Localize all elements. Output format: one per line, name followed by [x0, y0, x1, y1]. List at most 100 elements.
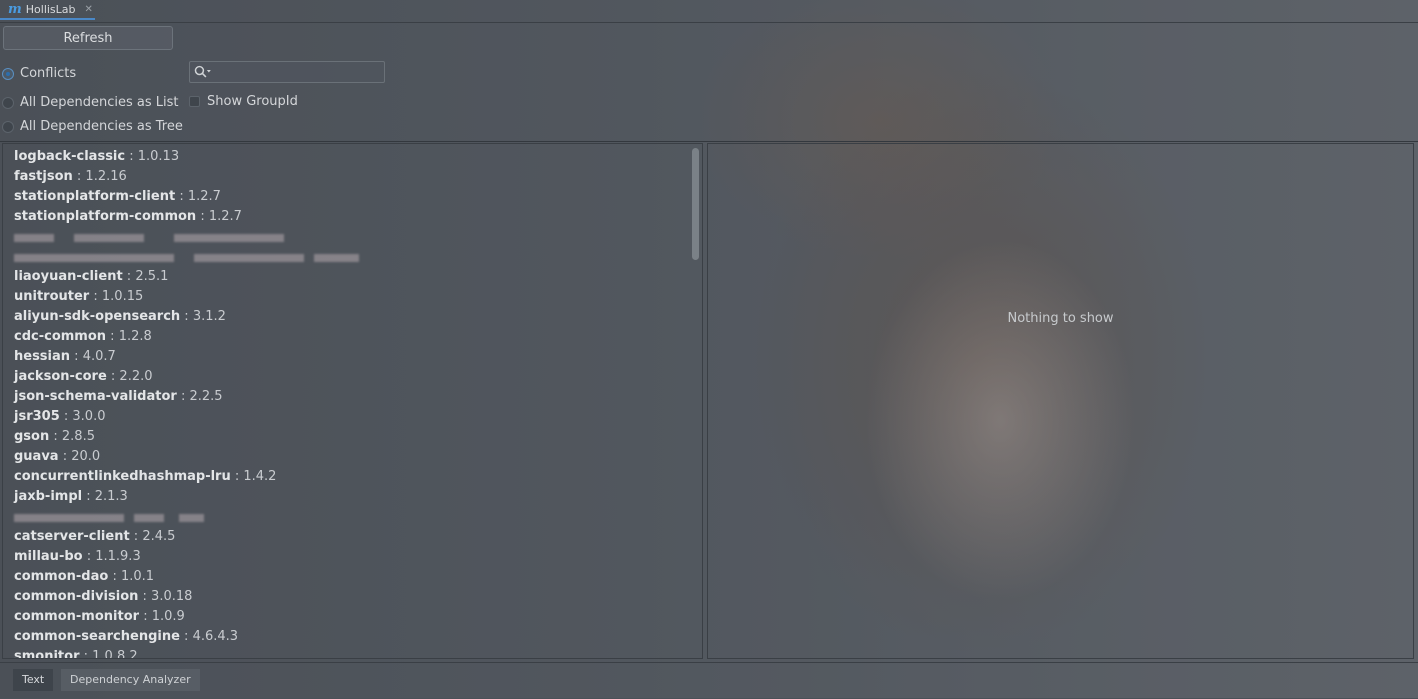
- dependency-version: 2.8.5: [61, 429, 95, 444]
- dependency-version: 4.0.7: [82, 349, 116, 364]
- dependency-name: jackson-core: [14, 369, 107, 384]
- dependency-item[interactable]: common-searchengine : 4.6.4.3: [14, 627, 276, 647]
- dependency-version: 2.5.1: [135, 269, 169, 284]
- radio-indicator[interactable]: [2, 120, 14, 133]
- dependency-item[interactable]: gson : 2.8.5: [14, 427, 276, 447]
- dependency-item[interactable]: hessian : 4.0.7: [14, 347, 276, 367]
- tool-window-tab-title: HollisLab: [25, 2, 76, 16]
- show-groupid-label: Show GroupId: [207, 94, 298, 109]
- dependency-version: 1.0.8.2: [92, 649, 138, 659]
- dependency-name: common-monitor: [14, 609, 140, 624]
- dependency-name: aliyun-sdk-opensearch: [14, 309, 181, 324]
- dependency-name: fastjson: [14, 169, 73, 184]
- dependency-item[interactable]: json-schema-validator : 2.2.5: [14, 387, 276, 407]
- dependency-name: hessian: [14, 349, 71, 364]
- search-field[interactable]: [189, 61, 385, 83]
- dependency-name: cdc-common: [14, 329, 107, 344]
- radio-all-dependencies-list[interactable]: All Dependencies as List: [2, 95, 179, 110]
- dependency-item[interactable]: unitrouter : 1.0.15: [14, 287, 276, 307]
- dependency-detail-pane: Nothing to show: [707, 143, 1414, 659]
- dependency-name: stationplatform-common: [14, 209, 197, 224]
- dependency-item[interactable]: cdc-common : 1.2.8: [14, 327, 276, 347]
- dependency-name: json-schema-validator: [14, 389, 177, 404]
- dependency-name: stationplatform-client: [14, 189, 176, 204]
- search-input[interactable]: [211, 65, 384, 79]
- dependency-name: jaxb-impl: [14, 489, 83, 504]
- dependency-item[interactable]: catserver-client : 2.4.5: [14, 527, 276, 547]
- dependency-name: smonitor: [14, 649, 80, 659]
- dependency-name: unitrouter: [14, 289, 90, 304]
- dependency-name: liaoyuan-client: [14, 269, 123, 284]
- dependency-name: common-searchengine: [14, 629, 180, 644]
- empty-state-text: Nothing to show: [1007, 311, 1114, 326]
- maven-helper-logo-icon: m: [8, 1, 22, 17]
- radio-label: All Dependencies as Tree: [20, 119, 183, 134]
- dependency-version: 2.4.5: [142, 529, 176, 544]
- radio-conflicts[interactable]: Conflicts: [2, 66, 76, 81]
- dependency-version: 3.0.0: [72, 409, 106, 424]
- dependency-version: 4.6.4.3: [192, 629, 239, 644]
- dependency-version: 3.1.2: [192, 309, 226, 324]
- search-icon[interactable]: [194, 65, 212, 79]
- tab-text[interactable]: Text: [13, 669, 54, 691]
- dependency-version: 1.1.9.3: [95, 549, 141, 564]
- dependency-item[interactable]: fastjson : 1.2.16: [14, 167, 276, 187]
- dependency-name: jsr305: [14, 409, 60, 424]
- dependency-item[interactable]: logback-classic : 1.0.13: [14, 147, 276, 167]
- dependency-item[interactable]: jackson-core : 2.2.0: [14, 367, 276, 387]
- tool-window-tab[interactable]: m HollisLab ✕: [0, 0, 95, 20]
- dependency-version: 1.0.9: [151, 609, 185, 624]
- dependency-item[interactable]: common-dao : 1.0.1: [14, 567, 276, 587]
- panel-divider: [0, 141, 1418, 142]
- list-scrollbar[interactable]: [692, 148, 699, 260]
- dependency-version: 2.1.3: [94, 489, 128, 504]
- dependency-item[interactable]: jaxb-impl : 2.1.3: [14, 487, 276, 507]
- redacted-dependency-item[interactable]: [14, 227, 284, 247]
- redacted-dependency-item[interactable]: [14, 507, 276, 527]
- dependency-version: 1.2.7: [187, 189, 221, 204]
- radio-label: Conflicts: [20, 66, 77, 81]
- dependency-item[interactable]: common-division : 3.0.18: [14, 587, 276, 607]
- bottom-tab-bar: Text Dependency Analyzer: [0, 662, 1418, 699]
- dependency-version: 2.2.5: [189, 389, 223, 404]
- close-icon[interactable]: ✕: [85, 4, 93, 15]
- dependency-version: 20.0: [71, 449, 101, 464]
- show-groupid-checkbox[interactable]: [189, 96, 200, 107]
- dependency-name: common-division: [14, 589, 139, 604]
- dependency-version: 1.0.1: [120, 569, 155, 584]
- refresh-button[interactable]: Refresh: [3, 26, 173, 50]
- dependency-list-pane: logback-classic : 1.0.13 fastjson : 1.2.…: [2, 143, 703, 659]
- dependency-version: 1.0.13: [137, 149, 180, 164]
- dependency-version: 2.2.0: [119, 369, 153, 384]
- radio-all-dependencies-tree[interactable]: All Dependencies as Tree: [2, 119, 183, 134]
- dependency-name: common-dao: [14, 569, 109, 584]
- dependency-item[interactable]: common-monitor : 1.0.9: [14, 607, 276, 627]
- dependency-version: 3.0.18: [151, 589, 193, 604]
- dependency-item[interactable]: millau-bo : 1.1.9.3: [14, 547, 276, 567]
- dependency-name: gson: [14, 429, 50, 444]
- dependency-item[interactable]: guava : 20.0: [14, 447, 276, 467]
- dependency-version: 1.0.15: [101, 289, 144, 304]
- dependency-version: 1.2.16: [85, 169, 127, 184]
- dependency-name: logback-classic: [14, 149, 126, 164]
- radio-indicator[interactable]: [2, 96, 14, 109]
- dependency-version: 1.2.7: [208, 209, 242, 224]
- dependency-item[interactable]: aliyun-sdk-opensearch : 3.1.2: [14, 307, 276, 327]
- redacted-dependency-item[interactable]: [14, 247, 359, 267]
- dependency-item[interactable]: jsr305 : 3.0.0: [14, 407, 276, 427]
- dependency-item[interactable]: stationplatform-common : 1.2.7: [14, 207, 276, 227]
- dependency-item[interactable]: smonitor : 1.0.8.2: [14, 647, 276, 659]
- dependency-name: millau-bo: [14, 549, 83, 564]
- tab-dependency-analyzer[interactable]: Dependency Analyzer: [61, 669, 200, 691]
- dependency-item[interactable]: liaoyuan-client : 2.5.1: [14, 267, 276, 287]
- dependency-version: 1.2.8: [118, 329, 152, 344]
- dependency-item[interactable]: concurrentlinkedhashmap-lru : 1.4.2: [14, 467, 276, 487]
- radio-label: All Dependencies as List: [20, 95, 179, 110]
- show-groupid-option[interactable]: Show GroupId: [189, 94, 298, 109]
- radio-indicator[interactable]: [2, 67, 14, 80]
- dependency-item[interactable]: stationplatform-client : 1.2.7: [14, 187, 276, 207]
- dependency-name: guava: [14, 449, 59, 464]
- dependency-name: concurrentlinkedhashmap-lru: [14, 469, 231, 484]
- dependency-list: logback-classic : 1.0.13 fastjson : 1.2.…: [14, 147, 359, 659]
- tool-window-tab-strip: m HollisLab ✕: [0, 0, 1418, 23]
